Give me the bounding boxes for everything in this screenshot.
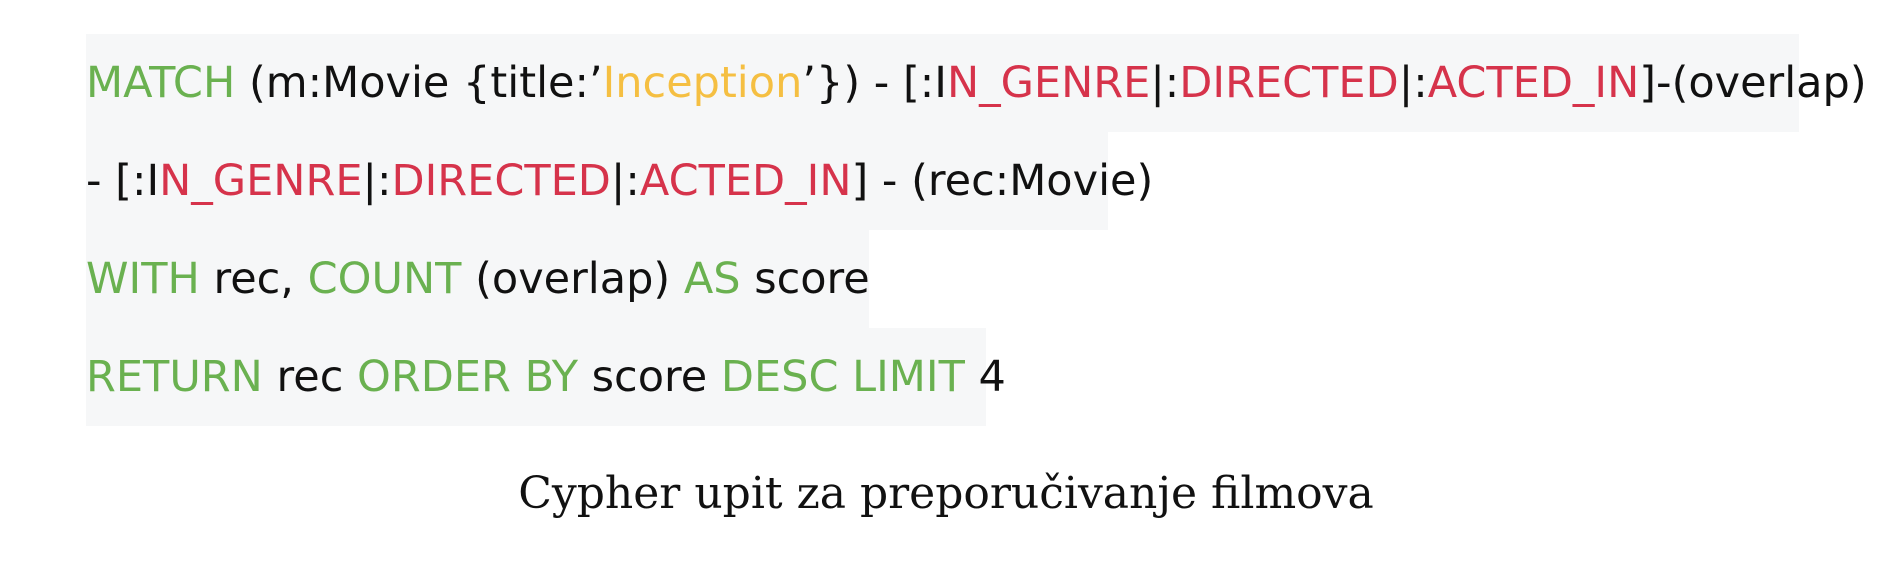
code-token-plain: - [:I	[86, 156, 160, 206]
code-token-plain: 4	[964, 352, 1006, 402]
code-token-plain: ] - (rec:Movie)	[851, 156, 1154, 206]
code-token-kw: AS	[683, 254, 741, 304]
code-line-4: RETURN rec ORDER BY score DESC LIMIT 4	[86, 328, 1006, 426]
code-token-kw: WITH	[86, 254, 200, 304]
code-token-kw: COUNT	[307, 254, 462, 304]
code-token-plain: |:	[1150, 58, 1180, 108]
code-token-str: Inception	[602, 58, 803, 108]
code-token-rel: DIRECTED	[1179, 58, 1399, 108]
code-token-rel: N_GENRE	[946, 58, 1151, 108]
code-token-plain: ’}) - [:I	[802, 58, 947, 108]
code-token-rel: DIRECTED	[391, 156, 611, 206]
figure-caption: Cypher upit za preporučivanje filmova	[518, 468, 1374, 519]
code-token-plain: |:	[610, 156, 640, 206]
code-token-plain: rec	[262, 352, 358, 402]
code-token-plain: rec,	[199, 254, 308, 304]
code-token-kw: ORDER BY	[357, 352, 578, 402]
code-token-plain: |:	[362, 156, 392, 206]
code-token-kw: RETURN	[86, 352, 263, 402]
code-token-plain: score	[577, 352, 721, 402]
code-token-plain: score	[740, 254, 870, 304]
code-token-plain: (overlap)	[461, 254, 684, 304]
code-token-rel: ACTED_IN	[1427, 58, 1640, 108]
code-token-kw: DESC LIMIT	[720, 352, 965, 402]
code-token-rel: N_GENRE	[159, 156, 363, 206]
code-line-2: - [:IN_GENRE|:DIRECTED|:ACTED_IN] - (rec…	[86, 132, 1153, 230]
code-token-kw: MATCH	[86, 58, 236, 108]
code-line-3: WITH rec, COUNT (overlap) AS score	[86, 230, 870, 328]
code-line-1: MATCH (m:Movie {title:’Inception’}) - [:…	[86, 34, 1867, 132]
code-token-plain: |:	[1398, 58, 1428, 108]
code-token-plain: (m:Movie {title:’	[235, 58, 603, 108]
code-token-plain: ]-(overlap)	[1639, 58, 1867, 108]
code-token-rel: ACTED_IN	[639, 156, 852, 206]
